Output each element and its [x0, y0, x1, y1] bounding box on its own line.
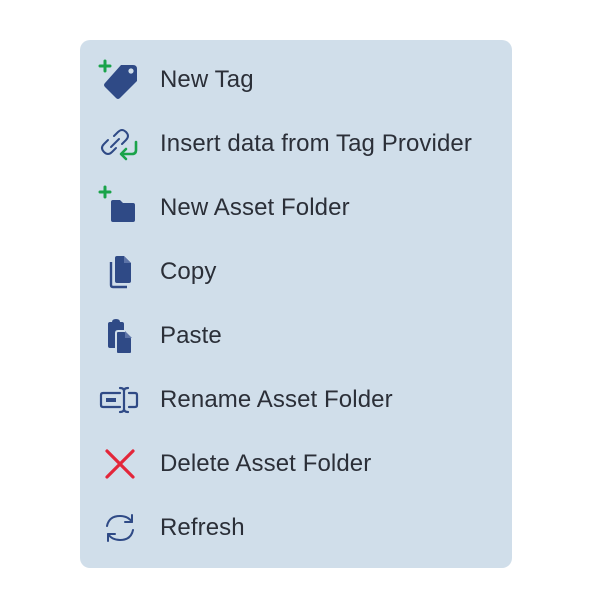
- menu-item-label: New Asset Folder: [160, 194, 350, 221]
- menu-item-new-asset-folder[interactable]: New Asset Folder: [80, 176, 512, 240]
- menu-item-label: Copy: [160, 258, 217, 285]
- new-tag-icon: [96, 59, 144, 99]
- menu-item-delete-asset-folder[interactable]: Delete Asset Folder: [80, 432, 512, 496]
- menu-item-label: Paste: [160, 322, 222, 349]
- menu-item-insert-data-from-tag-provider[interactable]: Insert data from Tag Provider: [80, 112, 512, 176]
- link-insert-icon: [96, 126, 144, 162]
- menu-item-new-tag[interactable]: New Tag: [80, 48, 512, 112]
- menu-item-refresh[interactable]: Refresh: [80, 496, 512, 560]
- refresh-icon: [96, 510, 144, 546]
- menu-item-label: Refresh: [160, 514, 245, 541]
- menu-item-label: Rename Asset Folder: [160, 386, 393, 413]
- copy-icon: [96, 254, 144, 290]
- paste-icon: [96, 318, 144, 355]
- rename-icon: [96, 382, 144, 418]
- menu-item-rename-asset-folder[interactable]: Rename Asset Folder: [80, 368, 512, 432]
- context-menu: New Tag Insert data from Tag Provider Ne…: [80, 40, 512, 568]
- delete-icon: [96, 446, 144, 482]
- menu-item-label: Insert data from Tag Provider: [160, 130, 472, 157]
- menu-item-copy[interactable]: Copy: [80, 240, 512, 304]
- menu-item-label: Delete Asset Folder: [160, 450, 372, 477]
- new-folder-icon: [96, 185, 144, 226]
- menu-item-paste[interactable]: Paste: [80, 304, 512, 368]
- menu-item-label: New Tag: [160, 66, 254, 93]
